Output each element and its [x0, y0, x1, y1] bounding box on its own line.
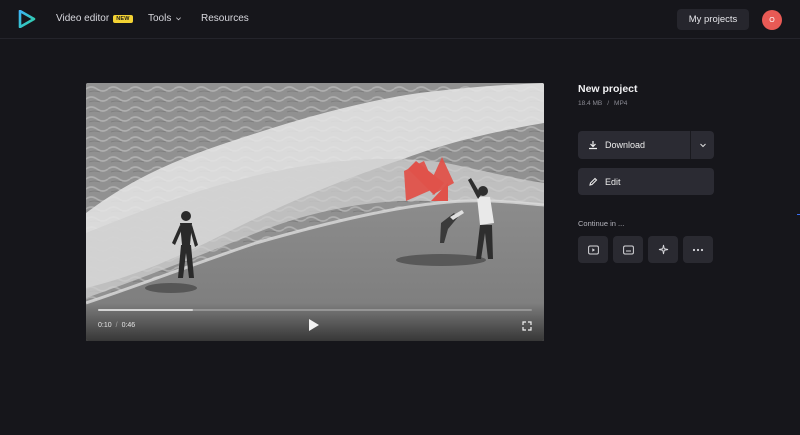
nav-resources[interactable]: Resources: [201, 13, 249, 24]
continue-player-button[interactable]: [578, 236, 608, 263]
project-title: New project: [578, 83, 638, 95]
new-badge: NEW: [113, 14, 133, 23]
current-time: 0:10: [98, 322, 112, 329]
continue-more-button[interactable]: [683, 236, 713, 263]
player-controls: 0:10 / 0:46: [86, 303, 544, 341]
chevron-down-icon: [699, 143, 706, 148]
project-size: 18.4 MB: [578, 100, 603, 107]
avatar[interactable]: O: [762, 10, 782, 30]
project-format: MP4: [614, 100, 628, 107]
video-player[interactable]: 0:10 / 0:46: [86, 83, 544, 341]
project-meta: 18.4 MB / MP4: [578, 100, 718, 107]
duration: 0:46: [121, 322, 136, 329]
download-options-button[interactable]: [690, 131, 714, 159]
download-group: Download: [578, 131, 714, 159]
continue-icons: [578, 236, 713, 263]
chevron-down-icon: [176, 17, 182, 21]
progress-fill: [98, 309, 194, 311]
meta-separator: /: [607, 100, 610, 107]
top-navigation: Video editor NEW Tools Resources My proj…: [0, 0, 800, 39]
app-logo-icon[interactable]: [18, 10, 36, 28]
play-icon: [587, 245, 599, 254]
time-display: 0:10 / 0:46: [98, 322, 135, 329]
nav-tools[interactable]: Tools: [148, 13, 182, 24]
subtitles-icon: [622, 245, 634, 254]
time-separator: /: [115, 322, 118, 329]
pencil-icon: [589, 177, 598, 186]
nav-video-editor-label: Video editor: [56, 13, 110, 24]
continue-subtitles-button[interactable]: [613, 236, 643, 263]
nav-tools-label: Tools: [148, 13, 172, 24]
edit-button[interactable]: Edit: [578, 168, 714, 195]
continue-in-label: Continue in ...: [578, 219, 625, 228]
progress-bar[interactable]: [98, 309, 532, 311]
edit-label: Edit: [605, 176, 621, 187]
download-icon: [589, 141, 597, 150]
continue-ai-button[interactable]: [648, 236, 678, 263]
nav-video-editor[interactable]: Video editor NEW: [56, 13, 133, 24]
my-projects-button[interactable]: My projects: [677, 9, 749, 30]
download-label: Download: [605, 140, 646, 150]
play-icon[interactable]: [308, 318, 320, 332]
download-button[interactable]: Download: [578, 131, 690, 159]
nav-resources-label: Resources: [201, 13, 249, 24]
project-panel: New project 18.4 MB / MP4 Download Edit …: [578, 83, 718, 263]
fullscreen-icon[interactable]: [522, 321, 532, 331]
sparkle-icon: [658, 244, 668, 255]
more-icon: [692, 248, 704, 251]
